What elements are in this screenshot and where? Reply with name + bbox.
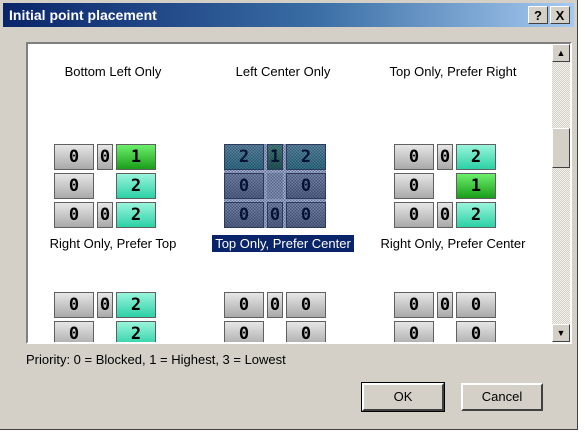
placement-option[interactable]: 000Left Center Only [198, 42, 368, 156]
placement-option[interactable]: 000Top Only, Prefer Right [368, 42, 538, 156]
grid-cell: 2 [116, 292, 156, 318]
grid-cell: 0 [224, 292, 264, 318]
placement-option[interactable]: 0 0 1 0 2 0 0 2 Right Only, Prefer Top [28, 144, 198, 274]
grid-cell: 0 [437, 42, 453, 44]
placement-option[interactable]: 00000 [368, 292, 538, 342]
grid-cell [97, 321, 113, 342]
grid-cell: 0 [394, 173, 434, 199]
placement-option[interactable]: 00000 [198, 292, 368, 342]
grid-cell: 0 [456, 321, 496, 342]
grid-cell [437, 321, 453, 342]
placement-option[interactable]: 21200000Top Only, Prefer Center [198, 144, 368, 274]
grid-cell: 2 [116, 173, 156, 199]
grid-cell: 1 [456, 173, 496, 199]
grid-cell: 2 [116, 321, 156, 342]
grid-cell: 0 [394, 42, 434, 44]
grid-cell: 0 [437, 292, 453, 318]
placement-option[interactable]: 100Bottom Left Only [28, 42, 198, 156]
placement-label: Top Only, Prefer Right [389, 64, 517, 79]
grid-cell: 0 [286, 42, 326, 44]
placement-grid: 00202 [54, 292, 156, 342]
vertical-scrollbar[interactable]: ▲ ▼ [552, 44, 570, 342]
grid-cell: 0 [54, 202, 94, 228]
placement-label: Bottom Left Only [64, 64, 162, 79]
grid-cell: 0 [267, 42, 283, 44]
cancel-button[interactable]: Cancel [461, 383, 543, 411]
placement-grid: 00000 [224, 292, 326, 342]
grid-cell: 0 [54, 173, 94, 199]
placement-grid: 00201002 [394, 144, 496, 228]
grid-cell: 0 [54, 292, 94, 318]
grid-cell: 0 [54, 321, 94, 342]
placement-list[interactable]: 100Bottom Left Only000Left Center Only00… [26, 42, 572, 344]
grid-cell [437, 173, 453, 199]
placement-option[interactable]: 00202 [28, 292, 198, 342]
placement-option[interactable]: 0 0 2 0 1 0 0 2 Right Only, Prefer Center [368, 144, 538, 274]
selection-highlight [224, 144, 326, 228]
grid-cell: 0 [97, 202, 113, 228]
grid-cell: 1 [54, 42, 94, 44]
placement-label: Right Only, Prefer Center [380, 236, 526, 251]
help-button[interactable]: ? [528, 6, 548, 24]
priority-legend: Priority: 0 = Blocked, 1 = Highest, 3 = … [26, 352, 286, 367]
grid-cell: 0 [267, 292, 283, 318]
grid-cell: 0 [394, 202, 434, 228]
close-button[interactable]: X [550, 6, 570, 24]
grid-cell: 0 [437, 144, 453, 170]
grid-cell: 0 [394, 321, 434, 342]
grid-cell: 0 [394, 292, 434, 318]
grid-cell [267, 321, 283, 342]
grid-cell: 2 [456, 202, 496, 228]
scroll-down-icon[interactable]: ▼ [552, 324, 570, 342]
grid-cell: 0 [54, 144, 94, 170]
grid-cell: 0 [97, 144, 113, 170]
grid-cell: 0 [97, 42, 113, 44]
grid-cell: 1 [116, 144, 156, 170]
grid-cell: 0 [456, 292, 496, 318]
placement-label: Left Center Only [235, 64, 331, 79]
grid-cell: 0 [394, 144, 434, 170]
scroll-up-icon[interactable]: ▲ [552, 44, 570, 62]
grid-cell: 0 [97, 292, 113, 318]
grid-cell: 0 [116, 42, 156, 44]
grid-cell: 2 [456, 144, 496, 170]
grid-cell: 0 [437, 202, 453, 228]
grid-cell: 0 [286, 292, 326, 318]
grid-cell: 0 [456, 42, 496, 44]
dialog-window: Initial point placement ? X 100Bottom Le… [0, 0, 578, 430]
window-title: Initial point placement [9, 7, 157, 23]
grid-cell: 0 [286, 321, 326, 342]
placement-label: Right Only, Prefer Top [49, 236, 177, 251]
grid-cell: 2 [116, 202, 156, 228]
grid-cell: 0 [224, 321, 264, 342]
grid-cell: 0 [224, 42, 264, 44]
title-bar: Initial point placement ? X [3, 3, 574, 27]
placement-label: Top Only, Prefer Center [198, 234, 368, 253]
ok-button[interactable]: OK [361, 382, 445, 412]
placement-grid: 00000 [394, 292, 496, 342]
placement-grid: 00102002 [54, 144, 156, 228]
grid-cell [97, 173, 113, 199]
scroll-thumb[interactable] [552, 128, 570, 168]
